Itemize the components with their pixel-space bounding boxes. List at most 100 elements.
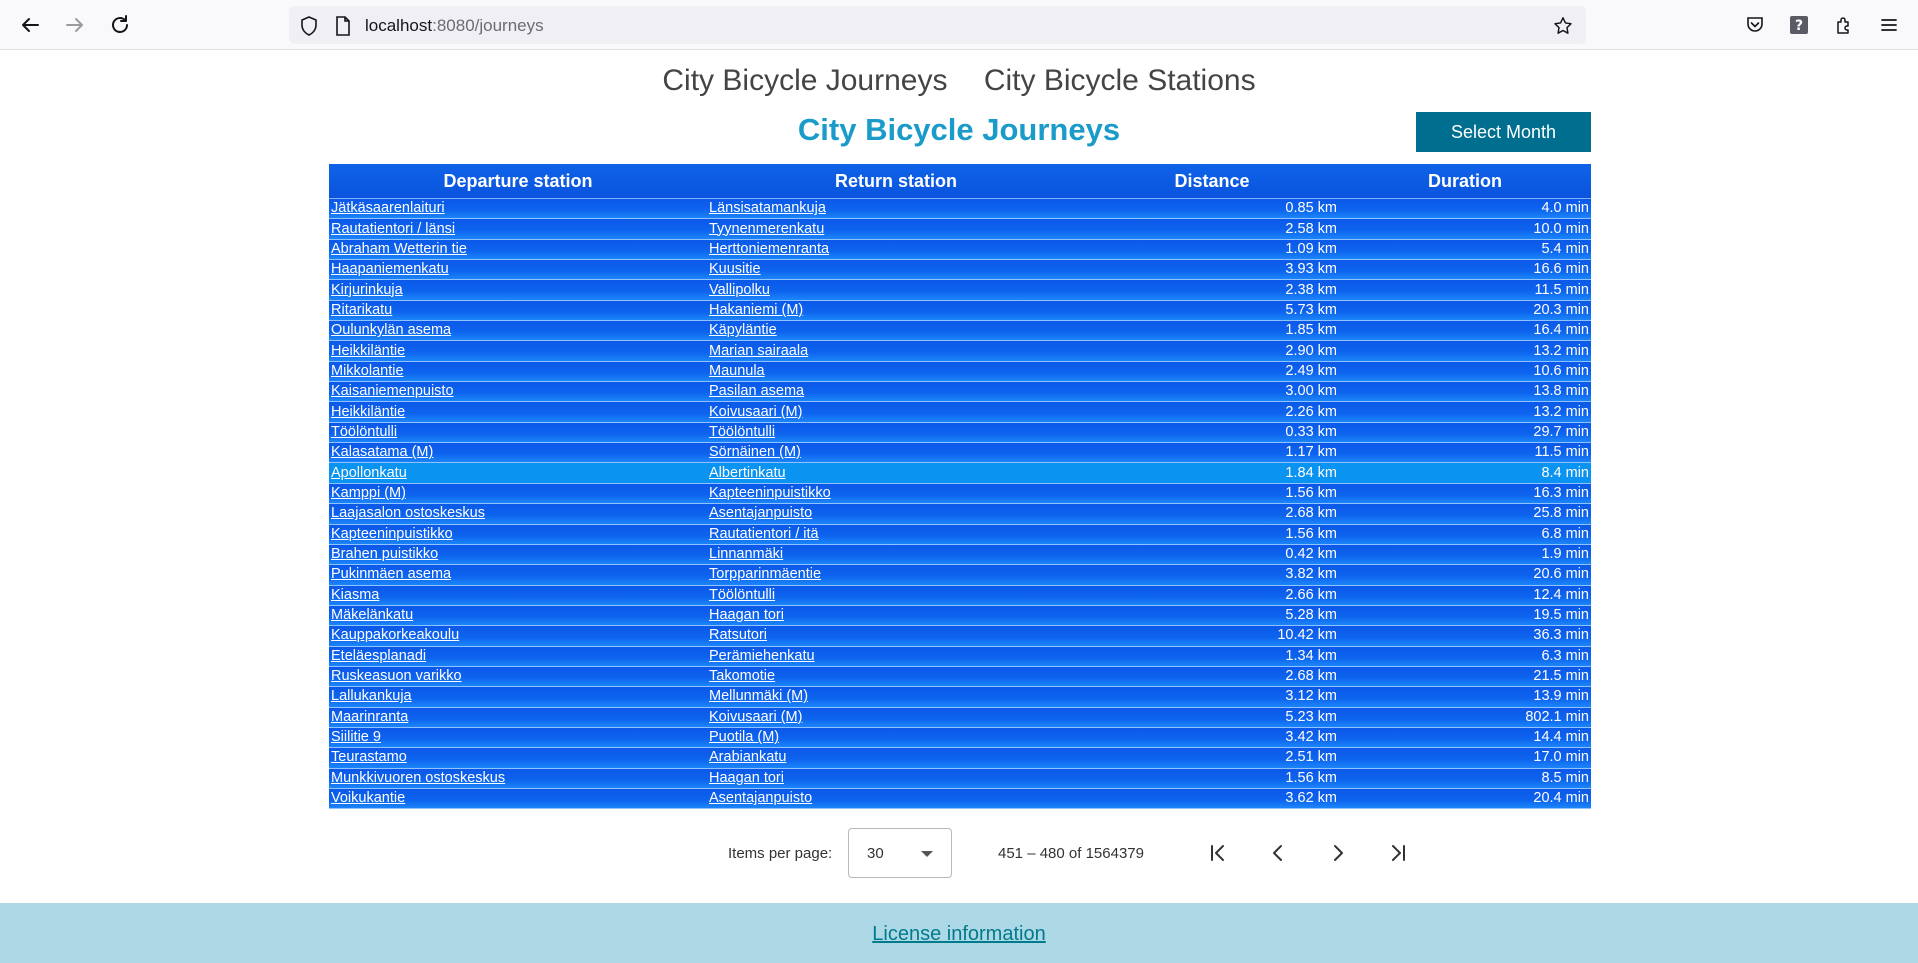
departure-station-link[interactable]: Kapteeninpuistikko [331,526,453,542]
forward-icon[interactable] [62,12,88,38]
departure-station-link[interactable]: Kaisaniemenpuisto [331,383,454,399]
url-text[interactable]: localhost:8080/journeys [365,16,544,36]
distance-cell: 5.23 km [1085,707,1339,728]
departure-station-link[interactable]: Apollonkatu [331,465,407,481]
bookmark-star-icon[interactable] [1553,16,1573,36]
distance-cell: 10.42 km [1085,626,1339,647]
departure-station-link[interactable]: Maarinranta [331,709,408,725]
departure-station-link[interactable]: Kauppakorkeakoulu [331,627,459,643]
departure-station-link[interactable]: Heikkiläntie [331,404,405,420]
return-station-link[interactable]: Perämiehenkatu [709,648,815,664]
departure-station-cell: Haapaniemenkatu [329,260,707,281]
return-station-link[interactable]: Töölöntulli [709,424,775,440]
return-station-link[interactable]: Torpparinmäentie [709,566,821,582]
pocket-icon[interactable] [1744,14,1766,36]
reload-icon[interactable] [107,12,133,38]
first-page-icon[interactable] [1205,840,1231,866]
header-departure-station[interactable]: Departure station [329,164,707,199]
return-station-link[interactable]: Kuusitie [709,261,761,277]
departure-station-cell: Kamppi (M) [329,483,707,505]
nav-link-stations[interactable]: City Bicycle Stations [984,64,1256,97]
nav-link-journeys[interactable]: City Bicycle Journeys [662,64,947,97]
departure-station-link[interactable]: Ritarikatu [331,302,392,318]
departure-station-link[interactable]: Kiasma [331,587,379,603]
departure-station-link[interactable]: Kalasatama (M) [331,444,433,460]
departure-station-link[interactable]: Pukinmäen asema [331,566,451,582]
return-station-link[interactable]: Vallipolku [709,282,770,298]
next-page-icon[interactable] [1325,840,1351,866]
return-station-link[interactable]: Asentajanpuisto [709,790,812,806]
help-icon[interactable]: ? [1788,14,1810,36]
shield-icon[interactable] [299,16,319,36]
menu-icon[interactable] [1878,14,1900,36]
last-page-icon[interactable] [1385,840,1411,866]
return-station-link[interactable]: Käpyläntie [709,322,777,338]
return-station-link[interactable]: Tyynenmerenkatu [709,221,824,237]
return-station-link[interactable]: Töölöntulli [709,587,775,603]
departure-station-link[interactable]: Mäkelänkatu [331,607,413,623]
return-station-link[interactable]: Mellunmäki (M) [709,688,808,704]
distance-cell: 2.66 km [1085,585,1339,606]
return-station-cell: Arabiankatu [707,748,1085,769]
departure-station-link[interactable]: Teurastamo [331,749,407,765]
duration-cell: 20.6 min [1339,565,1591,586]
previous-page-icon[interactable] [1265,840,1291,866]
return-station-link[interactable]: Haagan tori [709,607,784,623]
return-station-link[interactable]: Ratsutori [709,627,767,643]
return-station-link[interactable]: Maunula [709,363,765,379]
departure-station-link[interactable]: Jätkäsaarenlaituri [331,200,445,216]
departure-station-link[interactable]: Eteläesplanadi [331,648,426,664]
return-station-link[interactable]: Hakaniemi (M) [709,302,803,318]
return-station-link[interactable]: Linnanmäki [709,546,783,562]
header-return-station[interactable]: Return station [707,164,1085,199]
return-station-link[interactable]: Pasilan asema [709,383,804,399]
departure-station-cell: Siilitie 9 [329,727,707,749]
return-station-link[interactable]: Länsisatamankuja [709,200,826,216]
extensions-icon[interactable] [1833,14,1855,36]
return-station-cell: Linnanmäki [707,544,1085,566]
departure-station-link[interactable]: Töölöntulli [331,424,397,440]
return-station-link[interactable]: Marian sairaala [709,343,808,359]
departure-station-link[interactable]: Haapaniemenkatu [331,261,449,277]
return-station-link[interactable]: Rautatientori / itä [709,526,819,542]
url-bar[interactable]: localhost:8080/journeys [289,6,1586,44]
departure-station-cell: Brahen puistikko [329,544,707,566]
departure-station-link[interactable]: Kamppi (M) [331,485,406,501]
departure-station-link[interactable]: Abraham Wetterin tie [331,241,467,257]
departure-station-link[interactable]: Oulunkylän asema [331,322,451,338]
return-station-link[interactable]: Sörnäinen (M) [709,444,801,460]
departure-station-cell: Lallukankuja [329,687,707,708]
table-row: Apollonkatu Albertinkatu 1.84 km 8.4 min [329,463,1591,484]
departure-station-link[interactable]: Ruskeasuon varikko [331,668,462,684]
return-station-link[interactable]: Kapteeninpuistikko [709,485,831,501]
departure-station-link[interactable]: Rautatientori / länsi [331,221,455,237]
return-station-link[interactable]: Takomotie [709,668,775,684]
back-icon[interactable] [17,12,43,38]
return-station-link[interactable]: Puotila (M) [709,729,779,745]
return-station-link[interactable]: Herttoniemenranta [709,241,829,257]
select-month-button[interactable]: Select Month [1416,112,1591,152]
return-station-link[interactable]: Arabiankatu [709,749,786,765]
departure-station-link[interactable]: Kirjurinkuja [331,282,403,298]
departure-station-link[interactable]: Mikkolantie [331,363,404,379]
departure-station-link[interactable]: Heikkiläntie [331,343,405,359]
return-station-link[interactable]: Albertinkatu [709,465,786,481]
return-station-link[interactable]: Koivusaari (M) [709,709,802,725]
license-link[interactable]: License information [872,923,1045,945]
return-station-link[interactable]: Haagan tori [709,770,784,786]
departure-station-link[interactable]: Lallukankuja [331,688,412,704]
header-duration[interactable]: Duration [1339,164,1591,199]
return-station-link[interactable]: Koivusaari (M) [709,404,802,420]
browser-toolbar: localhost:8080/journeys ? [0,0,1918,50]
departure-station-cell: Kalasatama (M) [329,443,707,464]
departure-station-link[interactable]: Siilitie 9 [331,729,381,745]
departure-station-link[interactable]: Voikukantie [331,790,405,806]
header-distance[interactable]: Distance [1085,164,1339,199]
items-per-page-select[interactable]: 30 [848,828,952,878]
return-station-link[interactable]: Asentajanpuisto [709,505,812,521]
departure-station-link[interactable]: Munkkivuoren ostoskeskus [331,770,505,786]
departure-station-cell: Jätkäsaarenlaituri [329,199,707,220]
departure-station-link[interactable]: Brahen puistikko [331,546,438,562]
departure-station-link[interactable]: Laajasalon ostoskeskus [331,505,485,521]
journeys-table-container: Departure station Return station Distanc… [329,164,1591,810]
